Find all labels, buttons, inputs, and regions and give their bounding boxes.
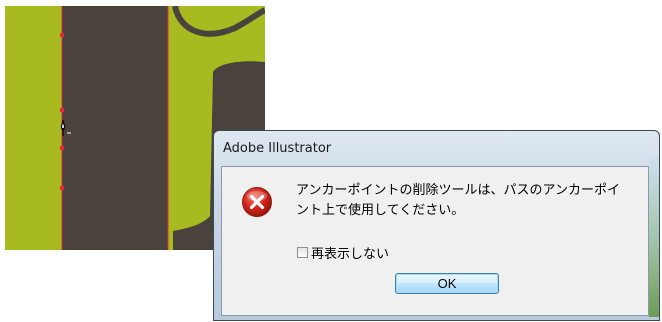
dialog-body: アンカーポイントの削除ツールは、パスのアンカーポイ ント上で使用してください。 … bbox=[221, 166, 649, 316]
dialog-title: Adobe Illustrator bbox=[223, 141, 332, 156]
dont-show-again-label[interactable]: 再表示しない bbox=[311, 243, 389, 262]
error-message-line-1: アンカーポイントの削除ツールは、パスのアンカーポイ bbox=[296, 183, 620, 198]
screen: Adobe Illustrator アンカーポイントの削除ツールは、パスのアンカ… bbox=[0, 0, 662, 322]
window-glass-edge bbox=[649, 157, 659, 317]
dont-show-again-option[interactable]: 再表示しない bbox=[297, 243, 389, 262]
dialog-titlebar[interactable]: Adobe Illustrator bbox=[214, 131, 659, 165]
ok-button[interactable]: OK bbox=[395, 273, 499, 294]
anchor-point[interactable] bbox=[60, 108, 64, 112]
error-message: アンカーポイントの削除ツールは、パスのアンカーポイ ント上で使用してください。 bbox=[296, 181, 646, 221]
error-icon bbox=[241, 186, 273, 218]
error-dialog: Adobe Illustrator アンカーポイントの削除ツールは、パスのアンカ… bbox=[213, 130, 660, 321]
error-message-line-2: ント上で使用してください。 bbox=[296, 203, 465, 218]
delete-anchor-point-cursor-icon bbox=[60, 118, 78, 142]
anchor-point[interactable] bbox=[60, 146, 64, 150]
anchor-point[interactable] bbox=[60, 186, 64, 190]
anchor-point[interactable] bbox=[60, 33, 64, 37]
dont-show-again-checkbox[interactable] bbox=[297, 246, 308, 258]
